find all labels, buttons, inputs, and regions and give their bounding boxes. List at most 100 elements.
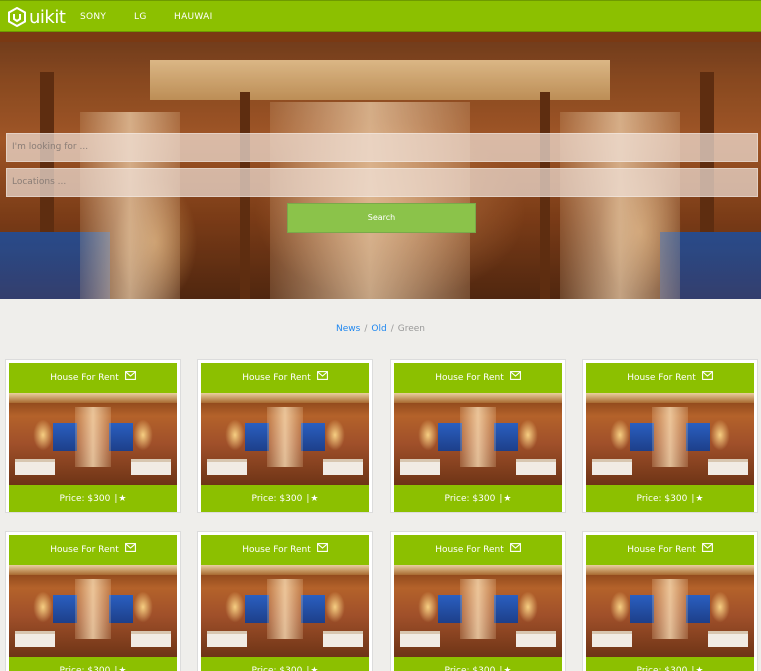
card-divider: | [306,493,310,504]
listing-card[interactable]: House For Rent Price: $300 | ★ [5,359,181,513]
card-header: House For Rent [586,363,754,393]
card-image-bed-left [15,459,55,475]
top-navbar: uikit SONY LG HAUWAI [0,0,761,32]
breadcrumb-separator: / [364,324,368,334]
envelope-icon[interactable] [701,535,713,565]
card-image-window-left [630,423,654,451]
hero-banner [0,32,761,299]
card-image-window-left [438,423,462,451]
card-image-canopy [460,407,496,467]
envelope-icon[interactable] [316,363,328,393]
card-image[interactable] [586,565,754,657]
card-image-canopy [75,407,111,467]
card-image[interactable] [394,393,562,485]
nav-item-sony[interactable]: SONY [80,1,106,33]
breadcrumb-separator: / [390,324,394,334]
breadcrumb-link-old[interactable]: Old [371,324,386,334]
star-icon[interactable]: ★ [310,666,318,671]
listing-card[interactable]: House For Rent Price: $300 | ★ [5,531,181,671]
card-image[interactable] [9,393,177,485]
card-title: House For Rent [435,373,504,383]
breadcrumb-current: Green [397,324,425,334]
card-image[interactable] [201,393,369,485]
envelope-icon[interactable] [701,363,713,393]
card-image-canopy [267,579,303,639]
listing-card[interactable]: House For Rent Price: $300 | ★ [390,531,566,671]
card-image-canopy [267,407,303,467]
card-image-bed-right [516,459,556,475]
card-price: Price: $300 [444,665,496,671]
location-input[interactable]: Locations ... [6,168,758,197]
uikit-logo-icon [8,7,26,27]
card-image[interactable] [201,565,369,657]
card-image-window-right [686,595,710,623]
star-icon[interactable]: ★ [503,666,511,671]
card-image[interactable] [586,393,754,485]
card-image-bed-right [323,631,363,647]
card-divider: | [114,493,118,504]
card-image-canopy [460,579,496,639]
star-icon[interactable]: ★ [310,494,318,504]
nav-item-lg[interactable]: LG [134,1,147,33]
search-button[interactable]: Search [287,203,476,233]
card-price: Price: $300 [636,493,688,504]
star-icon[interactable]: ★ [118,494,126,504]
card-image-ceiling [201,565,369,575]
card-image-bed-right [131,631,171,647]
breadcrumb: News / Old / Green [0,322,761,336]
envelope-icon[interactable] [124,535,136,565]
card-divider: | [691,665,695,671]
card-image-window-left [245,595,269,623]
card-header: House For Rent [9,363,177,393]
card-header: House For Rent [394,363,562,393]
envelope-icon[interactable] [509,363,521,393]
card-image-ceiling [9,393,177,403]
card-image[interactable] [9,565,177,657]
card-image[interactable] [394,565,562,657]
card-image-bed-left [400,631,440,647]
card-footer: Price: $300 | ★ [394,485,562,512]
card-image-window-right [109,595,133,623]
card-header: House For Rent [586,535,754,565]
envelope-icon[interactable] [509,535,521,565]
card-title: House For Rent [50,373,119,383]
envelope-icon[interactable] [316,535,328,565]
card-footer: Price: $300 | ★ [201,657,369,671]
card-price: Price: $300 [59,493,111,504]
card-footer: Price: $300 | ★ [9,657,177,671]
listing-card[interactable]: House For Rent Price: $300 | ★ [197,359,373,513]
listing-card[interactable]: House For Rent Price: $300 | ★ [390,359,566,513]
star-icon[interactable]: ★ [695,666,703,671]
card-divider: | [499,665,503,671]
card-price: Price: $300 [636,665,688,671]
logo[interactable]: uikit [8,6,66,28]
star-icon[interactable]: ★ [503,494,511,504]
card-title: House For Rent [627,545,696,555]
card-footer: Price: $300 | ★ [9,485,177,512]
card-price: Price: $300 [59,665,111,671]
star-icon[interactable]: ★ [118,666,126,671]
card-divider: | [114,665,118,671]
logo-text: uikit [29,6,66,28]
breadcrumb-link-news[interactable]: News [336,324,360,334]
listing-card[interactable]: House For Rent Price: $300 | ★ [197,531,373,671]
card-header: House For Rent [394,535,562,565]
nav-item-hauwai[interactable]: HAUWAI [174,1,213,33]
envelope-icon[interactable] [124,363,136,393]
listing-card[interactable]: House For Rent Price: $300 | ★ [582,359,758,513]
star-icon[interactable]: ★ [695,494,703,504]
card-image-bed-left [15,631,55,647]
card-image-bed-right [516,631,556,647]
card-image-canopy [652,407,688,467]
card-title: House For Rent [627,373,696,383]
card-image-window-left [245,423,269,451]
card-image-bed-right [131,459,171,475]
search-input[interactable]: I'm looking for ... [6,133,758,162]
card-image-bed-left [207,459,247,475]
card-image-bed-left [592,459,632,475]
card-footer: Price: $300 | ★ [586,657,754,671]
card-image-window-right [301,595,325,623]
card-image-bed-right [323,459,363,475]
listing-card[interactable]: House For Rent Price: $300 | ★ [582,531,758,671]
card-title: House For Rent [50,545,119,555]
